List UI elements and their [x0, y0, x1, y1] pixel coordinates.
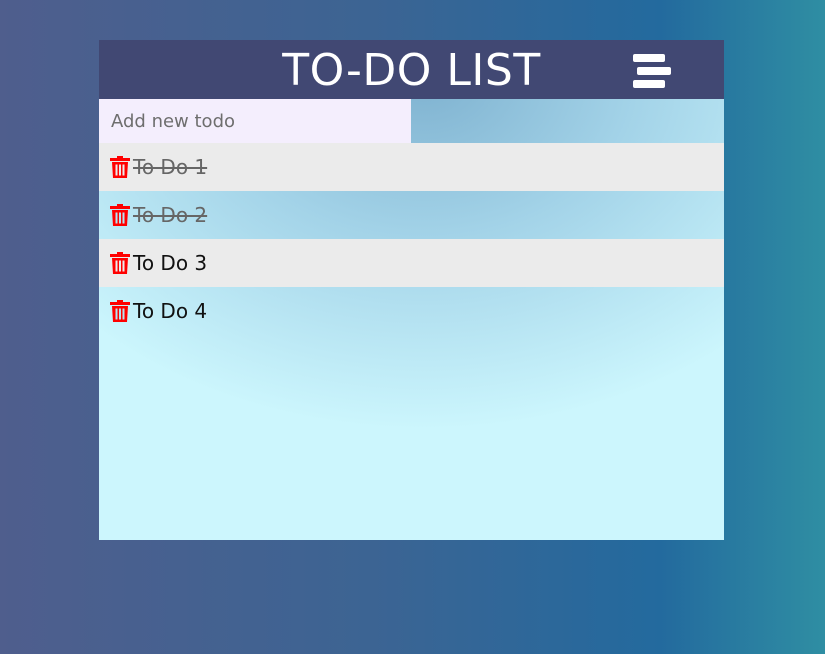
menu-bar — [637, 67, 671, 75]
trash-icon[interactable] — [110, 204, 130, 226]
todo-item[interactable]: To Do 2 — [99, 191, 724, 239]
trash-icon[interactable] — [110, 156, 130, 178]
todo-list: To Do 1 To Do 2 To Do 3 To Do 4 — [99, 143, 724, 335]
trash-icon[interactable] — [110, 300, 130, 322]
hamburger-menu-icon[interactable] — [629, 54, 673, 90]
todo-item[interactable]: To Do 1 — [99, 143, 724, 191]
header: TO-DO LIST — [99, 40, 724, 99]
trash-icon[interactable] — [110, 252, 130, 274]
todo-text: To Do 4 — [133, 299, 208, 323]
todo-text: To Do 3 — [133, 251, 208, 275]
add-todo-row — [99, 99, 724, 143]
todo-text: To Do 2 — [133, 203, 208, 227]
todo-text: To Do 1 — [133, 155, 208, 179]
todo-app: TO-DO LIST To Do 1 — [99, 40, 724, 540]
menu-bar — [633, 80, 665, 88]
menu-bar — [633, 54, 665, 62]
add-todo-input[interactable] — [99, 99, 411, 143]
todo-item[interactable]: To Do 4 — [99, 287, 724, 335]
todo-item[interactable]: To Do 3 — [99, 239, 724, 287]
